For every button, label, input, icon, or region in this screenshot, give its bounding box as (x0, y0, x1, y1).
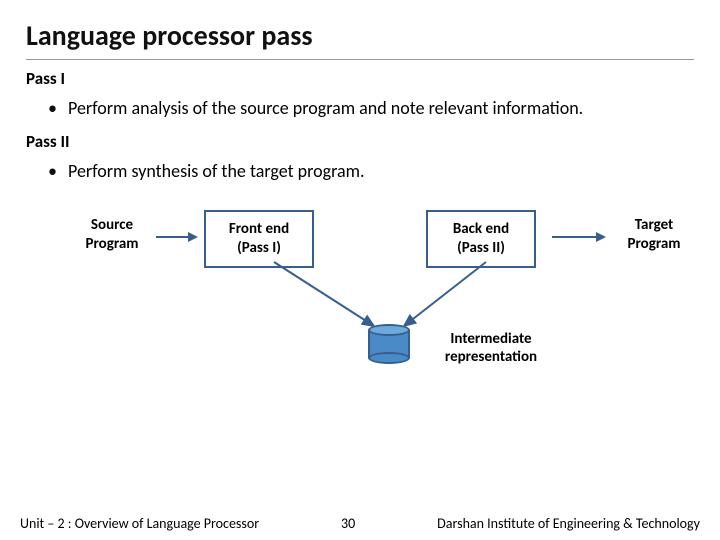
cylinder-icon (368, 324, 410, 364)
pass1-list: Perform analysis of the source program a… (26, 95, 694, 121)
pass2-list: Perform synthesis of the target program. (26, 158, 694, 184)
slide: Language processor pass Pass I Perform a… (0, 0, 720, 540)
pass2-heading: Pass II (26, 131, 694, 152)
diagram: Source Program Front end (Pass I) Back e… (26, 196, 694, 396)
pass1-heading: Pass I (26, 68, 694, 89)
footer-left: Unit – 2 : Overview of Language Processo… (20, 515, 259, 532)
slide-title: Language processor pass (26, 18, 694, 53)
intermediate-representation-label: Intermediate representation (426, 330, 556, 366)
pass1-bullet: Perform analysis of the source program a… (68, 95, 694, 121)
footer-right: Darshan Institute of Engineering & Techn… (437, 515, 700, 532)
ir-l1: Intermediate (426, 330, 556, 348)
footer: Unit – 2 : Overview of Language Processo… (0, 515, 720, 532)
ir-l2: representation (426, 348, 556, 366)
pass2-bullet: Perform synthesis of the target program. (68, 158, 694, 184)
diagonal-arrows (26, 196, 706, 396)
title-underline (26, 59, 694, 60)
footer-page-number: 30 (341, 515, 355, 532)
